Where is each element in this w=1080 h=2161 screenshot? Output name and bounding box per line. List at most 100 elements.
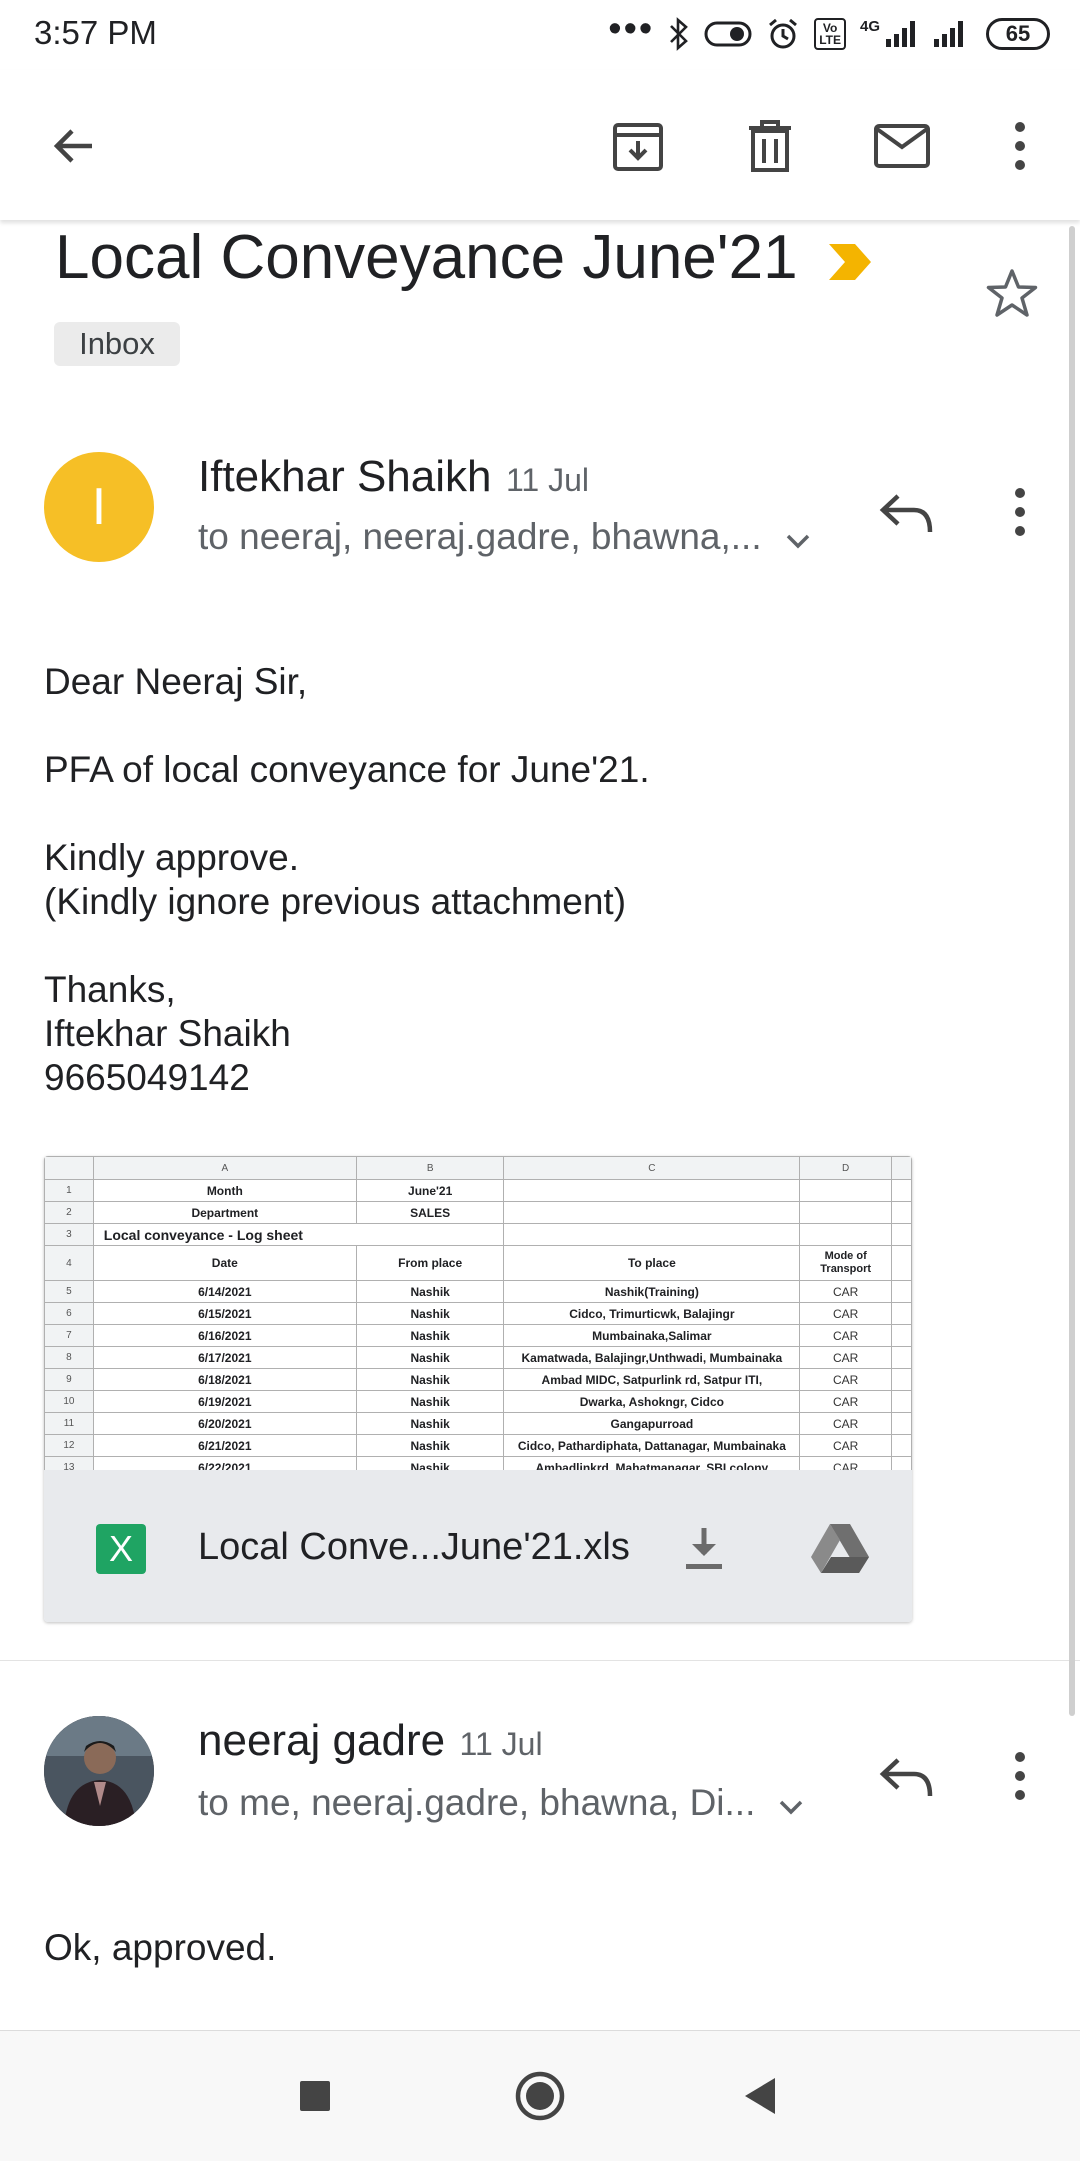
message-1-body: Dear Neeraj Sir, PFA of local conveyance… [44, 660, 650, 1100]
star-button[interactable] [980, 262, 1044, 326]
body-line: (Kindly ignore previous attachment) [44, 881, 627, 922]
delete-button[interactable] [732, 108, 808, 184]
body-line: 9665049142 [44, 1057, 250, 1098]
home-button[interactable] [505, 2061, 575, 2131]
row-number: 10 [44, 1390, 94, 1413]
more-vert-icon [1015, 488, 1025, 536]
row-number: 3 [44, 1223, 94, 1246]
attachment-card[interactable]: A B C D 1 Month June'21 2 Department SAL… [44, 1156, 912, 1622]
spreadsheet-preview: A B C D 1 Month June'21 2 Department SAL… [44, 1156, 912, 1470]
cell: Nashik [355, 1390, 505, 1413]
sheet-row: 13 6/22/2021 Nashik Ambadlinkrd, Mahatmanag… [44, 1456, 912, 1470]
scrollbar[interactable] [1069, 226, 1075, 1716]
inbox-label-chip[interactable]: Inbox [54, 322, 180, 366]
cell: Nashik [355, 1456, 505, 1470]
cell: 6/20/2021 [92, 1412, 357, 1435]
cell: Nashik [355, 1324, 505, 1347]
row-number: 13 [44, 1456, 94, 1470]
row-number: 8 [44, 1346, 94, 1369]
cell: June'21 [355, 1179, 505, 1202]
recipients-row[interactable]: to me, neeraj.gadre, bhawna, Di... [198, 1782, 805, 1824]
signal-2-icon [934, 21, 963, 47]
cell [891, 1223, 912, 1246]
cell: CAR [799, 1412, 893, 1435]
message-more-button[interactable] [996, 1740, 1044, 1812]
message-more-button[interactable] [996, 476, 1044, 548]
cell: Nashik(Training) [503, 1280, 801, 1303]
system-nav-bar [0, 2030, 1080, 2161]
signal-1-icon [886, 21, 915, 47]
cell [891, 1245, 912, 1281]
more-options-button[interactable] [990, 108, 1050, 184]
back-button[interactable] [36, 108, 112, 184]
message-date: 11 Jul [459, 1726, 543, 1762]
sheet-table: A B C D 1 Month June'21 2 Department SAL… [44, 1156, 912, 1470]
header-cell: To place [503, 1245, 801, 1281]
cell: Nashik [355, 1412, 505, 1435]
archive-icon [613, 123, 663, 171]
cell: 6/16/2021 [92, 1324, 357, 1347]
cell [891, 1346, 912, 1369]
cell: Ambad MIDC, Satpurlink rd, Satpur ITI, [503, 1368, 801, 1391]
row-number: 7 [44, 1324, 94, 1347]
cell: Nashik [355, 1346, 505, 1369]
person-photo-icon [44, 1716, 154, 1826]
reply-button[interactable] [870, 476, 942, 548]
toggle-icon [704, 21, 752, 47]
cell: Cidco, Pathardiphata, Dattanagar, Mumbai… [503, 1434, 801, 1457]
cell: 6/17/2021 [92, 1346, 357, 1369]
status-bar: 3:57 PM ••• Vo LTE 4G 65 [0, 0, 1080, 66]
cell: 6/18/2021 [92, 1368, 357, 1391]
cell: 6/21/2021 [92, 1434, 357, 1457]
back-nav-button[interactable] [725, 2061, 795, 2131]
body-line: Dear Neeraj Sir, [44, 661, 308, 702]
attachment-file-name[interactable]: Local Conve...June'21.xls [198, 1526, 630, 1569]
reply-button[interactable] [870, 1740, 942, 1812]
back-arrow-icon [53, 129, 92, 163]
cell: CAR [799, 1324, 893, 1347]
cell [503, 1223, 801, 1246]
message-1-header[interactable]: Iftekhar Shaikh 11 Jul [198, 452, 589, 502]
message-2-body: Ok, approved. [44, 1927, 277, 1968]
cell [891, 1390, 912, 1413]
cell [503, 1179, 801, 1202]
sender-name: neeraj gadre [198, 1716, 446, 1765]
cell: CAR [799, 1390, 893, 1413]
archive-button[interactable] [600, 108, 676, 184]
cell: CAR [799, 1434, 893, 1457]
header-cell: Mode of Transport [799, 1245, 893, 1281]
recents-button[interactable] [280, 2061, 350, 2131]
volte-icon: Vo LTE [814, 18, 846, 50]
battery-level: 65 [1005, 21, 1031, 46]
recipients-row[interactable]: to neeraj, neeraj.gadre, bhawna,... [198, 516, 812, 558]
cell: Nashik [355, 1302, 505, 1325]
mark-unread-button[interactable] [864, 108, 940, 184]
cell: SALES [355, 1201, 505, 1224]
subject-text: Local Conveyance June'21 [55, 223, 798, 292]
mail-icon [874, 124, 930, 168]
cell: CAR [799, 1302, 893, 1325]
reply-icon [879, 1758, 933, 1797]
download-button[interactable] [672, 1516, 736, 1580]
save-to-drive-button[interactable] [804, 1516, 876, 1580]
cell: CAR [799, 1280, 893, 1303]
body-line: Kindly approve. [44, 837, 300, 878]
cell: Month [92, 1179, 357, 1202]
status-icons: ••• Vo LTE 4G 65 [608, 10, 1050, 52]
chevron-down-icon [786, 534, 809, 549]
square-icon [300, 2081, 330, 2111]
col-header: C [503, 1156, 801, 1180]
row-number: 5 [44, 1280, 94, 1303]
row-number: 12 [44, 1434, 94, 1457]
importance-marker-icon [828, 243, 871, 280]
sheet-data-rows: 5 6/14/2021 Nashik Nashik(Training) CAR 6 6/15… [44, 1280, 912, 1470]
alarm-icon [769, 18, 798, 49]
body-line: PFA of local conveyance for June'21. [44, 749, 650, 790]
sheet-row: 11 6/20/2021 Nashik Gangapurroad CAR [44, 1412, 912, 1435]
message-2-header[interactable]: neeraj gadre 11 Jul [198, 1716, 543, 1766]
row-number: 9 [44, 1368, 94, 1391]
column-header-row: A B C D [44, 1156, 912, 1180]
sheet-row: 2 Department SALES [44, 1201, 912, 1224]
cell [891, 1302, 912, 1325]
more-vert-icon [1015, 122, 1025, 170]
